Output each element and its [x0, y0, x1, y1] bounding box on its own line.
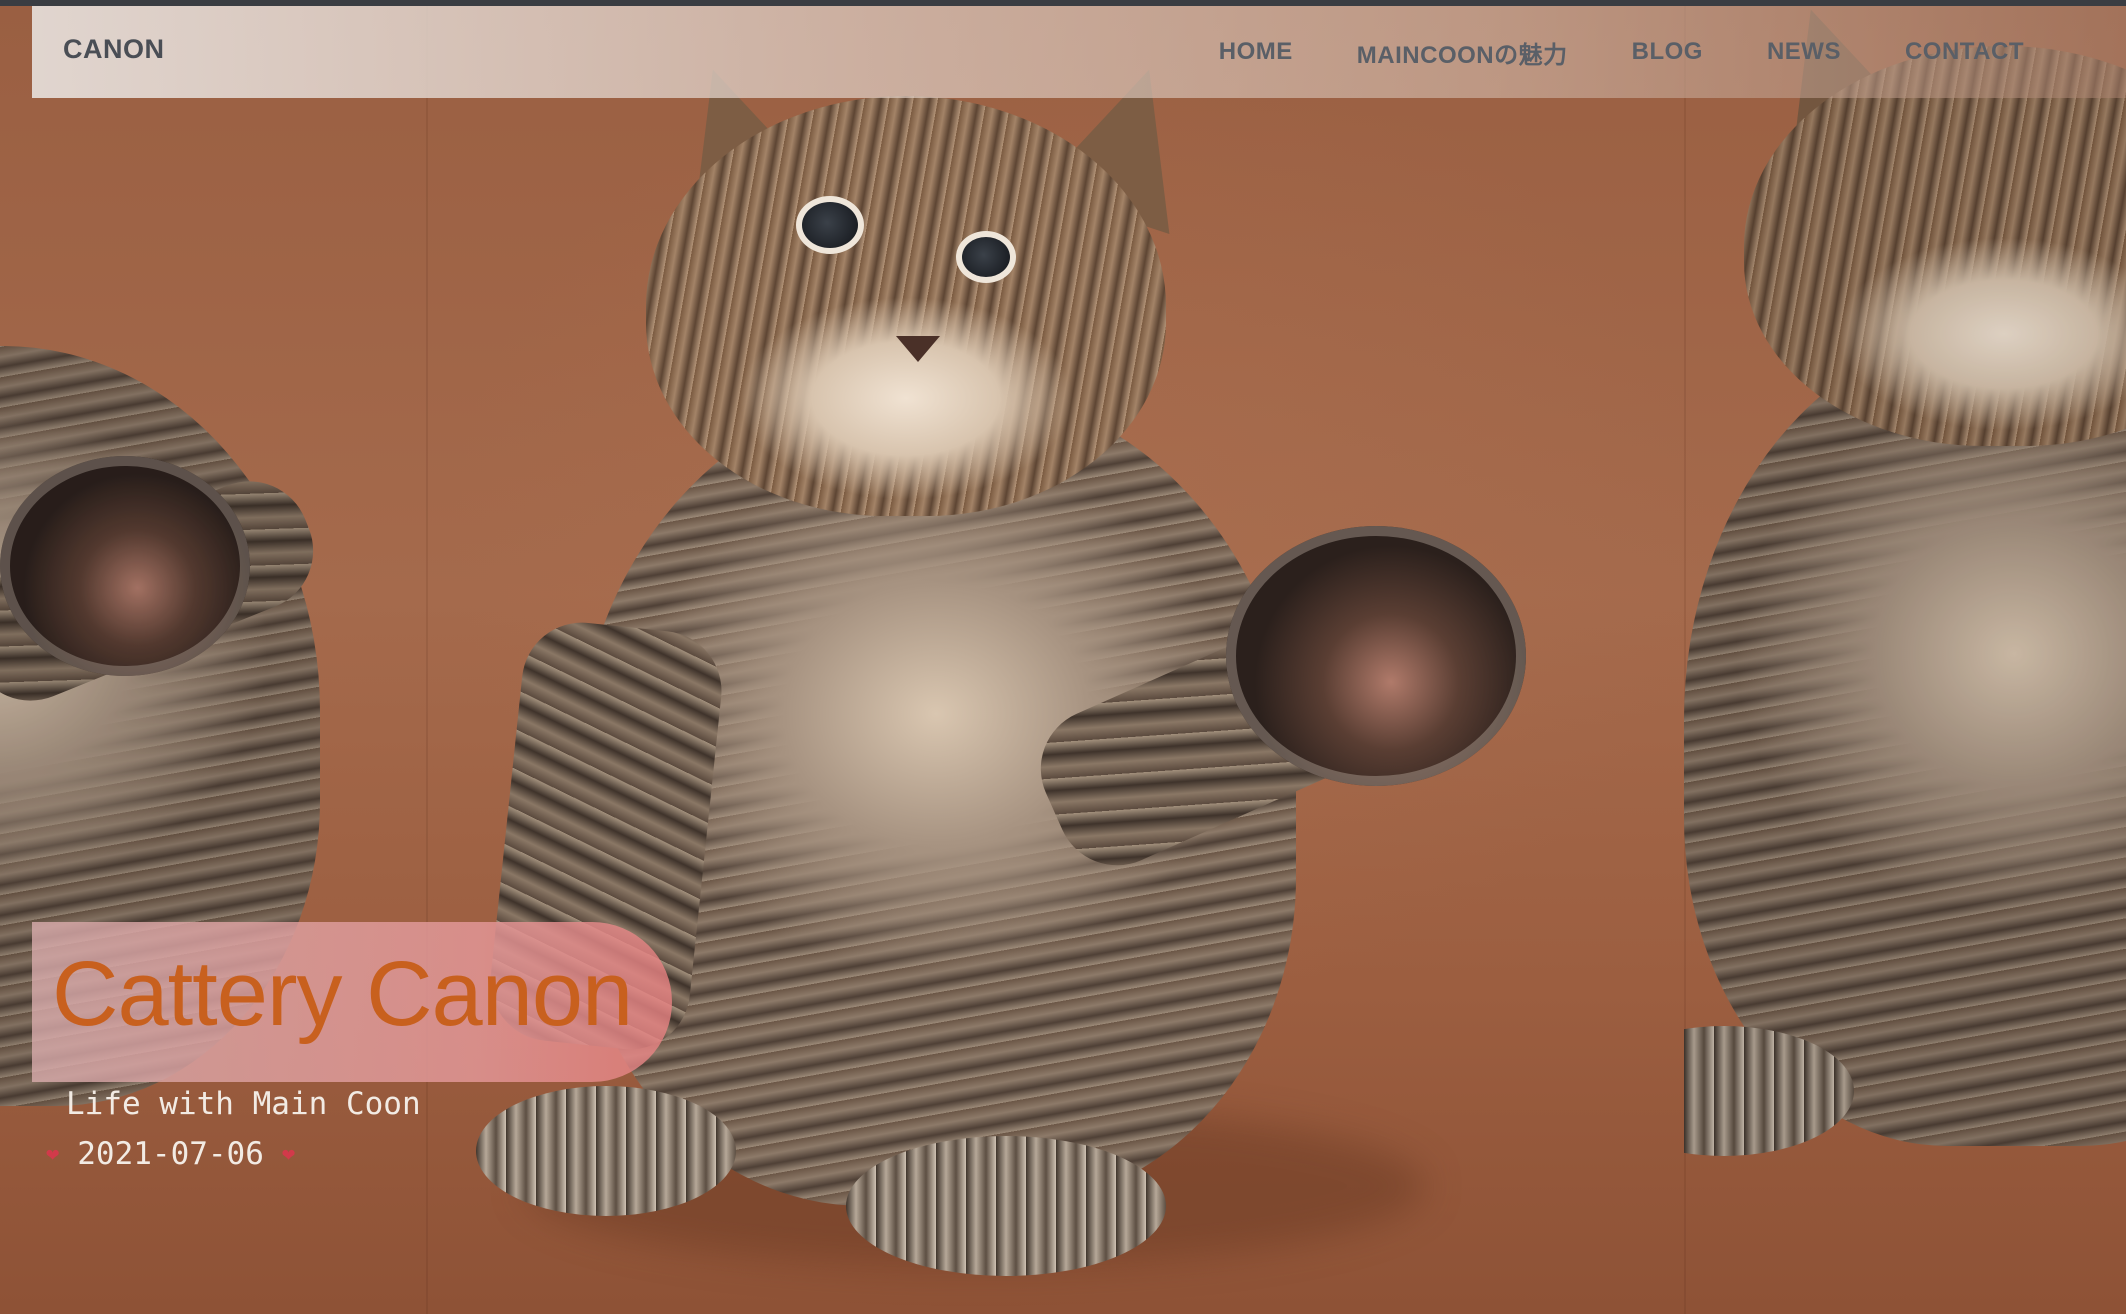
nav-link-maincoon-appeal[interactable]: MAINCOONの魅力: [1357, 35, 1568, 70]
nav-menu: HOME MAINCOONの魅力 BLOG NEWS CONTACT: [1219, 6, 2126, 98]
hero-title-box: Cattery Canon: [32, 922, 672, 1082]
kitten-photo-right: [1684, 6, 2126, 1234]
nav-link-contact[interactable]: CONTACT: [1905, 38, 2024, 66]
page: CANON HOME MAINCOONの魅力 BLOG NEWS CONTACT…: [0, 0, 2126, 1314]
kitten-photo: [426, 6, 1684, 1314]
hero-image-panel-center: [426, 6, 1684, 1314]
nav-link-blog[interactable]: BLOG: [1632, 38, 1703, 66]
window-top-edge: [0, 0, 2126, 6]
site-title: Cattery Canon: [52, 943, 633, 1045]
site-subtitle: Life with Main Coon: [66, 1086, 421, 1122]
brand-logo-link[interactable]: CANON: [63, 34, 165, 65]
nav-link-news[interactable]: NEWS: [1767, 38, 1841, 66]
hero-image-panel-right: [1684, 6, 2126, 1314]
post-date: 2021-07-06: [77, 1136, 264, 1172]
heart-icon: ❤: [281, 1141, 296, 1167]
top-navbar: CANON HOME MAINCOONの魅力 BLOG NEWS CONTACT: [32, 6, 2126, 98]
heart-icon: ❤: [46, 1141, 60, 1167]
post-date-line: ❤ 2021-07-06 ❤: [46, 1136, 295, 1172]
nav-link-home[interactable]: HOME: [1219, 38, 1293, 66]
